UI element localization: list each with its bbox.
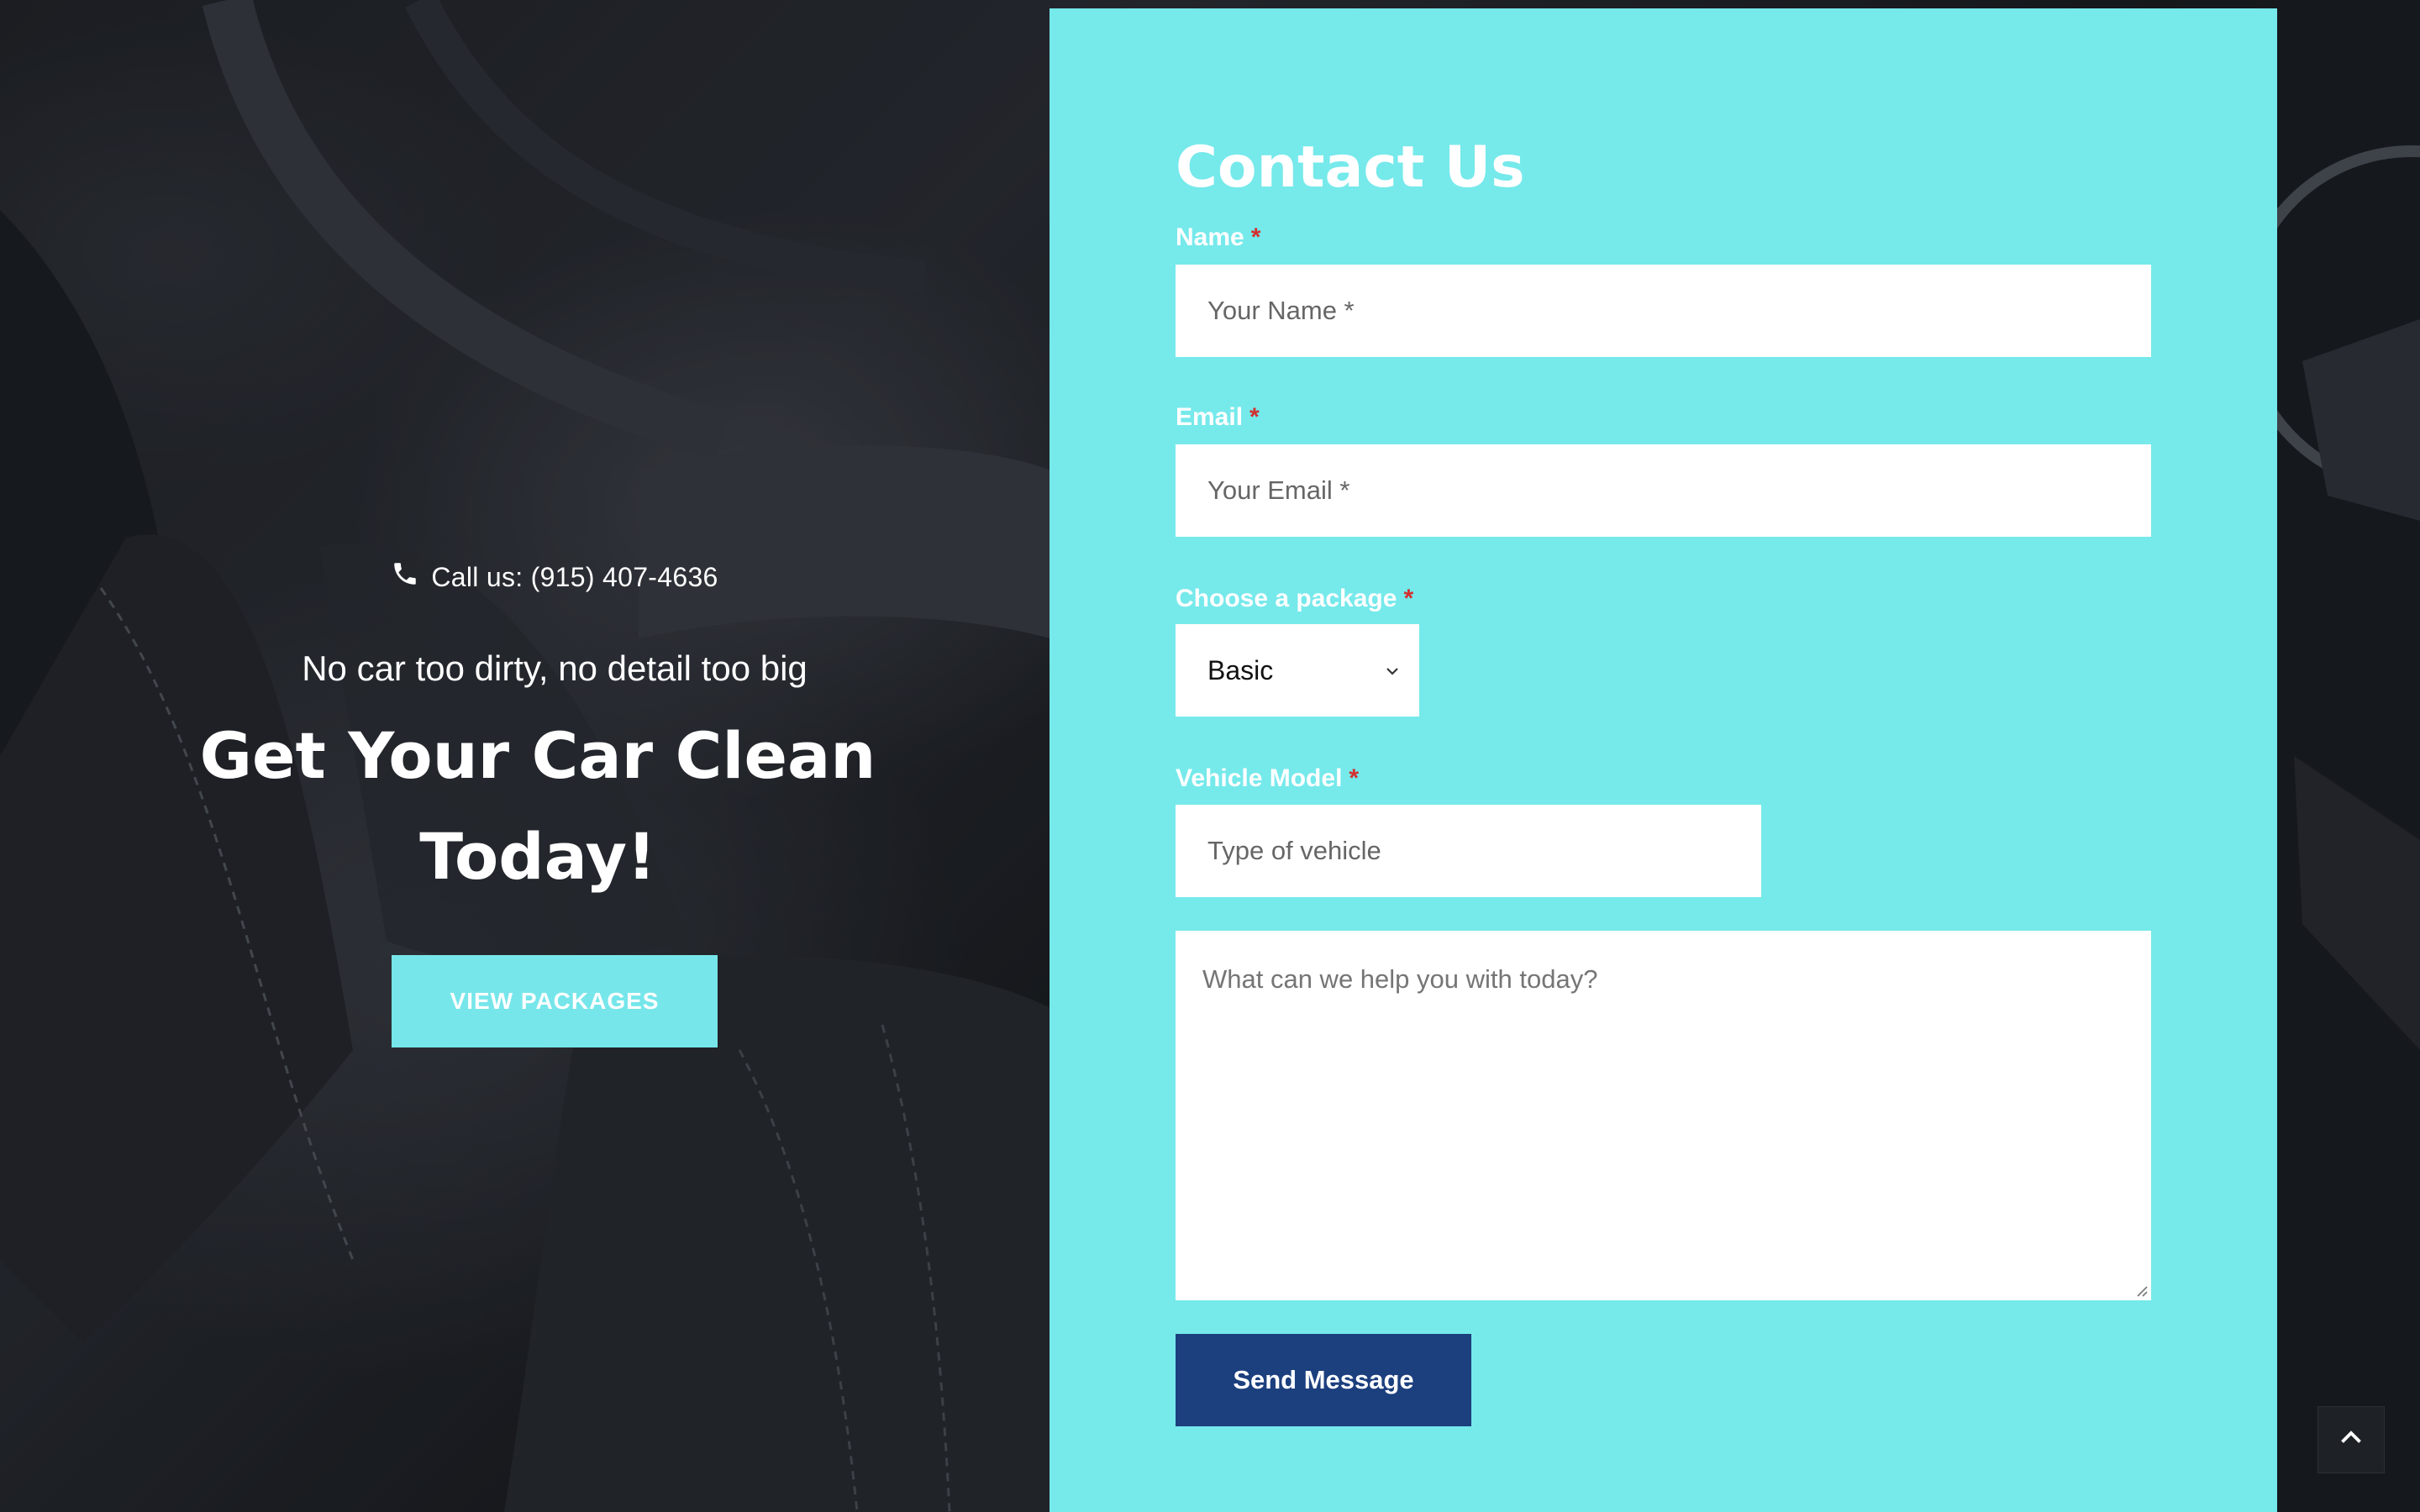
view-packages-button[interactable]: VIEW PACKAGES xyxy=(392,955,718,1047)
required-marker: * xyxy=(1349,764,1360,792)
package-label-text: Choose a package xyxy=(1176,585,1397,612)
name-input[interactable] xyxy=(1176,265,2151,357)
vehicle-label: Vehicle Model * xyxy=(1176,764,1359,793)
contact-title: Contact Us xyxy=(1176,134,1525,201)
back-to-top-button[interactable] xyxy=(2317,1406,2385,1473)
package-label: Choose a package * xyxy=(1176,585,1413,613)
required-marker: * xyxy=(1403,585,1414,612)
call-us-text: Call us: (915) 407-4636 xyxy=(431,561,718,592)
package-select-value: Basic xyxy=(1207,654,1274,685)
hero-headline-line1: Get Your Car Clean xyxy=(199,718,876,793)
vehicle-model-input[interactable] xyxy=(1176,805,1761,897)
hero-tagline: No car too dirty, no detail too big xyxy=(302,648,808,688)
chevron-down-icon xyxy=(1384,655,1401,686)
chevron-up-icon xyxy=(2336,1423,2366,1457)
hero-headline: Get Your Car Clean Today! xyxy=(151,706,924,907)
hero-section: Call us: (915) 407-4636 No car too dirty… xyxy=(0,0,1050,1512)
contact-panel: Contact Us Name* Email* Choose a package… xyxy=(1050,8,2277,1512)
name-label-text: Name xyxy=(1176,223,1244,251)
call-us-line[interactable]: Call us: (915) 407-4636 xyxy=(0,559,1109,595)
name-label: Name * xyxy=(1176,223,1260,252)
send-message-button[interactable]: Send Message xyxy=(1176,1334,1471,1426)
email-label-text: Email xyxy=(1176,403,1244,431)
email-input[interactable] xyxy=(1176,444,2151,537)
hero-headline-line2: Today! xyxy=(419,819,656,894)
message-textarea[interactable] xyxy=(1176,931,2151,1300)
email-label: Email * xyxy=(1176,403,1260,432)
vehicle-label-text: Vehicle Model xyxy=(1176,764,1343,792)
message-field-wrapper xyxy=(1176,931,2151,1300)
package-select[interactable]: Basic xyxy=(1176,624,1419,717)
required-marker: * xyxy=(1249,403,1260,431)
phone-icon xyxy=(391,559,419,595)
resize-grip-icon[interactable] xyxy=(2133,1282,2148,1297)
required-marker: * xyxy=(1250,223,1261,251)
